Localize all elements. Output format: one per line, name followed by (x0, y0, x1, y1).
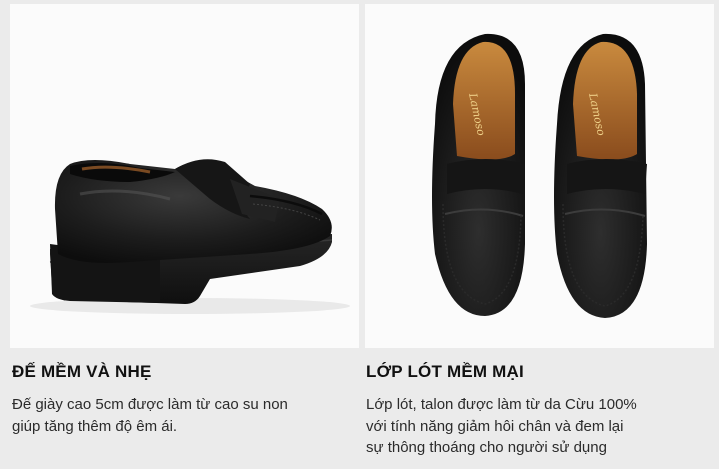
description-line: Đế giày cao 5cm được làm từ cao su non (12, 396, 288, 413)
feature-grid: ĐẾ MỀM VÀ NHẸ Đế giày cao 5cm được làm t… (0, 0, 719, 469)
feature-description: Đế giày cao 5cm được làm từ cao su non g… (12, 394, 352, 437)
feature-title: LỚP LÓT MỀM MẠI (366, 362, 524, 381)
description-line: Lớp lót, talon được làm từ da Cừu 100% (366, 396, 637, 413)
feature-card-sole: ĐẾ MỀM VÀ NHẸ Đế giày cao 5cm được làm t… (3, 0, 359, 469)
left-shoe: Lamoso (432, 33, 525, 316)
right-shoe: Lamoso (554, 33, 647, 318)
description-line: giúp tăng thêm độ êm ái. (12, 417, 178, 435)
shoe-top-photo: Lamoso Lamoso (365, 4, 714, 348)
feature-card-lining: Lamoso Lamoso LỚP LÓT MỀM MẠI Lớp lót, t… (362, 0, 716, 469)
description-line: sự thông thoáng cho người sử dụng (366, 439, 607, 456)
description-line: với tính năng giảm hôi chân và đem lại (366, 417, 624, 435)
feature-description: Lớp lót, talon được làm từ da Cừu 100% v… (366, 394, 706, 459)
feature-title: ĐẾ MỀM VÀ NHẸ (12, 362, 152, 381)
shoe-side-photo (10, 4, 359, 348)
